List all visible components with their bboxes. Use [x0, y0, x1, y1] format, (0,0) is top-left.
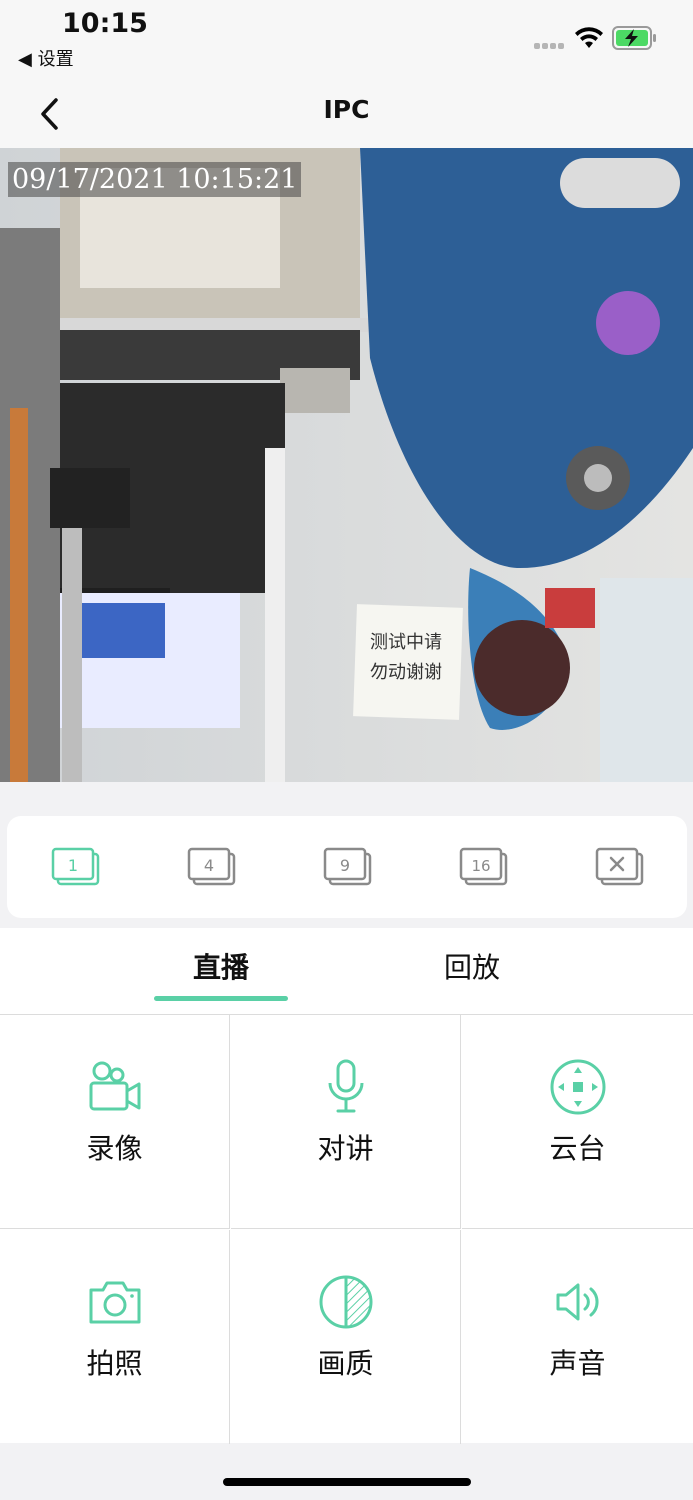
quad-view-icon: 4: [187, 847, 236, 886]
single-view-icon: 1: [51, 847, 100, 886]
video-timestamp-overlay: 09/17/2021 10:15:21: [8, 162, 302, 197]
sound-label: 声音: [549, 1347, 606, 1380]
status-time: 10:15: [62, 8, 148, 39]
back-to-app-link[interactable]: ◀ 设置: [18, 45, 74, 71]
layout-9-button[interactable]: 9: [323, 846, 373, 890]
home-indicator[interactable]: [223, 1478, 471, 1486]
layout-1-button[interactable]: 1: [51, 846, 101, 890]
wifi-icon: [575, 27, 603, 48]
intercom-button[interactable]: 对讲: [231, 1015, 461, 1229]
ptz-icon: [550, 1059, 605, 1115]
tab-playback[interactable]: 回放: [392, 946, 552, 986]
signal-icon: [534, 43, 564, 49]
record-label: 录像: [86, 1132, 143, 1165]
svg-text:测试中请: 测试中请: [370, 632, 442, 653]
close-view-icon: [595, 847, 644, 886]
page-title: IPC: [323, 95, 370, 124]
camera-image: 测试中请 勿动谢谢: [0, 148, 693, 782]
sixteen-view-icon: 16: [459, 847, 508, 886]
video-camera-icon: [89, 1061, 140, 1111]
status-bar: 10:15 ◀ 设置: [0, 0, 693, 80]
live-video-feed[interactable]: 测试中请 勿动谢谢 09/17/2021 10:15:21: [0, 148, 693, 782]
speaker-icon: [556, 1283, 598, 1321]
quality-label: 画质: [317, 1347, 374, 1380]
intercom-label: 对讲: [317, 1132, 374, 1165]
function-grid: 录像 对讲 云台 拍照 画质 声音: [0, 1015, 693, 1444]
microphone-icon: [328, 1059, 363, 1113]
ptz-button[interactable]: 云台: [462, 1015, 693, 1229]
active-tab-indicator: [154, 996, 288, 1001]
snapshot-button[interactable]: 拍照: [0, 1230, 230, 1444]
layout-1-label: 1: [68, 856, 78, 875]
snapshot-label: 拍照: [86, 1347, 143, 1380]
layout-16-button[interactable]: 16: [459, 846, 509, 890]
navigation-bar: IPC: [0, 80, 693, 148]
sound-button[interactable]: 声音: [462, 1230, 693, 1444]
tab-live[interactable]: 直播: [141, 946, 301, 986]
quality-button[interactable]: 画质: [231, 1230, 461, 1444]
layout-4-button[interactable]: 4: [187, 846, 237, 890]
svg-text:勿动谢谢: 勿动谢谢: [370, 662, 442, 683]
battery-charging-icon: [612, 26, 656, 50]
nine-view-icon: 9: [323, 847, 372, 886]
layout-4-label: 4: [204, 856, 214, 875]
ptz-label: 云台: [549, 1132, 606, 1165]
layout-9-label: 9: [340, 856, 350, 875]
close-all-views-button[interactable]: [595, 846, 645, 890]
camera-icon: [89, 1281, 140, 1324]
layout-16-label: 16: [471, 857, 490, 875]
mode-tabs: 直播 回放: [0, 928, 693, 1015]
quality-icon: [319, 1275, 372, 1329]
record-button[interactable]: 录像: [0, 1015, 230, 1229]
split-layout-selector: 1 4 9 16: [7, 816, 687, 918]
